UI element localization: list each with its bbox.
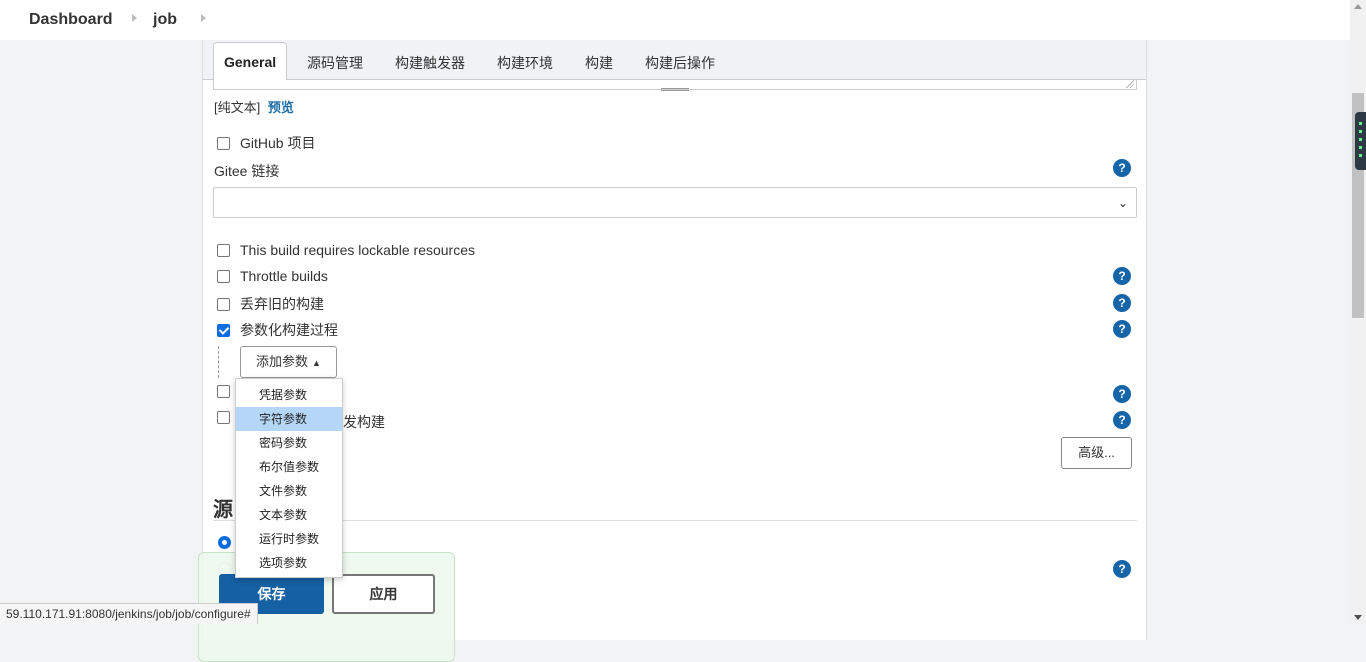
discard-old-label: 丢弃旧的构建 — [240, 296, 324, 312]
tab-build-environment[interactable]: 构建环境 — [497, 53, 553, 73]
menu-item-runtime[interactable]: 运行时参数 — [236, 527, 342, 551]
resize-handle-icon[interactable] — [1126, 80, 1134, 88]
option-row[interactable] — [217, 385, 230, 398]
discard-old-checkbox[interactable] — [217, 297, 230, 311]
concurrent-build-checkbox[interactable] — [217, 411, 230, 424]
option-checkbox[interactable] — [217, 385, 230, 398]
parameterized-label: 参数化构建过程 — [240, 322, 338, 338]
menu-item-string[interactable]: 字符参数 — [236, 407, 342, 431]
chevron-down-icon: ⌄ — [1117, 196, 1128, 210]
help-icon[interactable]: ? — [1113, 385, 1131, 403]
side-widget-icon[interactable] — [1355, 112, 1366, 170]
textarea-grip-icon[interactable] — [661, 88, 689, 91]
help-icon[interactable]: ? — [1113, 294, 1131, 312]
tab-post-build[interactable]: 构建后操作 — [645, 53, 715, 73]
config-panel: General 源码管理 构建触发器 构建环境 构建 构建后操作 [纯文本] 预… — [198, 40, 1147, 662]
concurrent-build-option[interactable] — [217, 411, 230, 424]
github-project-option[interactable]: GitHub 项目 — [217, 133, 315, 153]
help-icon[interactable]: ? — [1113, 560, 1131, 578]
github-project-label: GitHub 项目 — [240, 135, 316, 151]
scroll-up-icon[interactable] — [1354, 4, 1362, 9]
add-parameter-button[interactable]: 添加参数 ▲ — [240, 346, 337, 378]
caret-up-icon: ▲ — [312, 358, 321, 368]
discard-old-option[interactable]: 丢弃旧的构建 — [217, 294, 324, 314]
throttle-label: Throttle builds — [240, 268, 328, 284]
breadcrumb-dashboard[interactable]: Dashboard — [29, 11, 113, 29]
gitee-link-select[interactable]: ⌄ — [213, 187, 1137, 218]
breadcrumb: Dashboard job — [0, 0, 1350, 40]
param-indent-divider — [218, 346, 219, 378]
lockable-label: This build requires lockable resources — [240, 242, 475, 258]
github-project-checkbox[interactable] — [217, 136, 230, 150]
lockable-checkbox[interactable] — [217, 243, 230, 257]
scroll-down-icon[interactable] — [1354, 615, 1362, 620]
section-heading: 源 — [213, 499, 233, 521]
menu-item-password[interactable]: 密码参数 — [236, 431, 342, 455]
page-scrollbar[interactable] — [1350, 0, 1366, 624]
apply-button[interactable]: 应用 — [332, 574, 435, 614]
config-tabs: General 源码管理 构建触发器 构建环境 构建 构建后操作 — [203, 40, 1146, 81]
gitee-link-label: Gitee 链接 — [214, 163, 280, 179]
breadcrumb-separator-icon[interactable] — [201, 14, 206, 22]
lockable-option[interactable]: This build requires lockable resources — [217, 242, 475, 258]
tab-build[interactable]: 构建 — [585, 53, 613, 73]
parameterized-checkbox[interactable] — [217, 323, 230, 337]
tab-source-control[interactable]: 源码管理 — [307, 53, 363, 73]
breadcrumb-separator-icon[interactable] — [132, 14, 137, 22]
status-url: 59.110.171.91:8080/jenkins/job/job/confi… — [0, 603, 258, 624]
help-icon[interactable]: ? — [1113, 411, 1131, 429]
concurrent-build-label: 发构建 — [343, 414, 385, 430]
tab-build-triggers[interactable]: 构建触发器 — [395, 53, 465, 73]
parameterized-option[interactable]: 参数化构建过程 — [217, 320, 338, 340]
menu-item-credentials[interactable]: 凭据参数 — [236, 383, 342, 407]
throttle-checkbox[interactable] — [217, 269, 230, 283]
help-icon[interactable]: ? — [1113, 320, 1131, 338]
add-parameter-label: 添加参数 — [256, 354, 309, 369]
menu-item-text[interactable]: 文本参数 — [236, 503, 342, 527]
help-icon[interactable]: ? — [1113, 267, 1131, 285]
throttle-option[interactable]: Throttle builds — [217, 268, 328, 284]
help-icon[interactable]: ? — [1113, 159, 1131, 177]
parameter-type-menu: 凭据参数 字符参数 密码参数 布尔值参数 文件参数 文本参数 运行时参数 选项参… — [235, 378, 343, 578]
menu-item-choice[interactable]: 选项参数 — [236, 551, 342, 575]
description-format: [纯文本] 预览 — [214, 97, 294, 116]
tab-general[interactable]: General — [213, 42, 288, 81]
section-divider — [213, 520, 1137, 521]
preview-link[interactable]: 预览 — [268, 100, 294, 115]
menu-item-boolean[interactable]: 布尔值参数 — [236, 455, 342, 479]
scm-radio-selected[interactable] — [218, 536, 231, 549]
advanced-button[interactable]: 高级... — [1061, 437, 1132, 469]
breadcrumb-job[interactable]: job — [153, 11, 177, 29]
plain-text-label: [纯文本] — [214, 100, 261, 115]
menu-item-file[interactable]: 文件参数 — [236, 479, 342, 503]
